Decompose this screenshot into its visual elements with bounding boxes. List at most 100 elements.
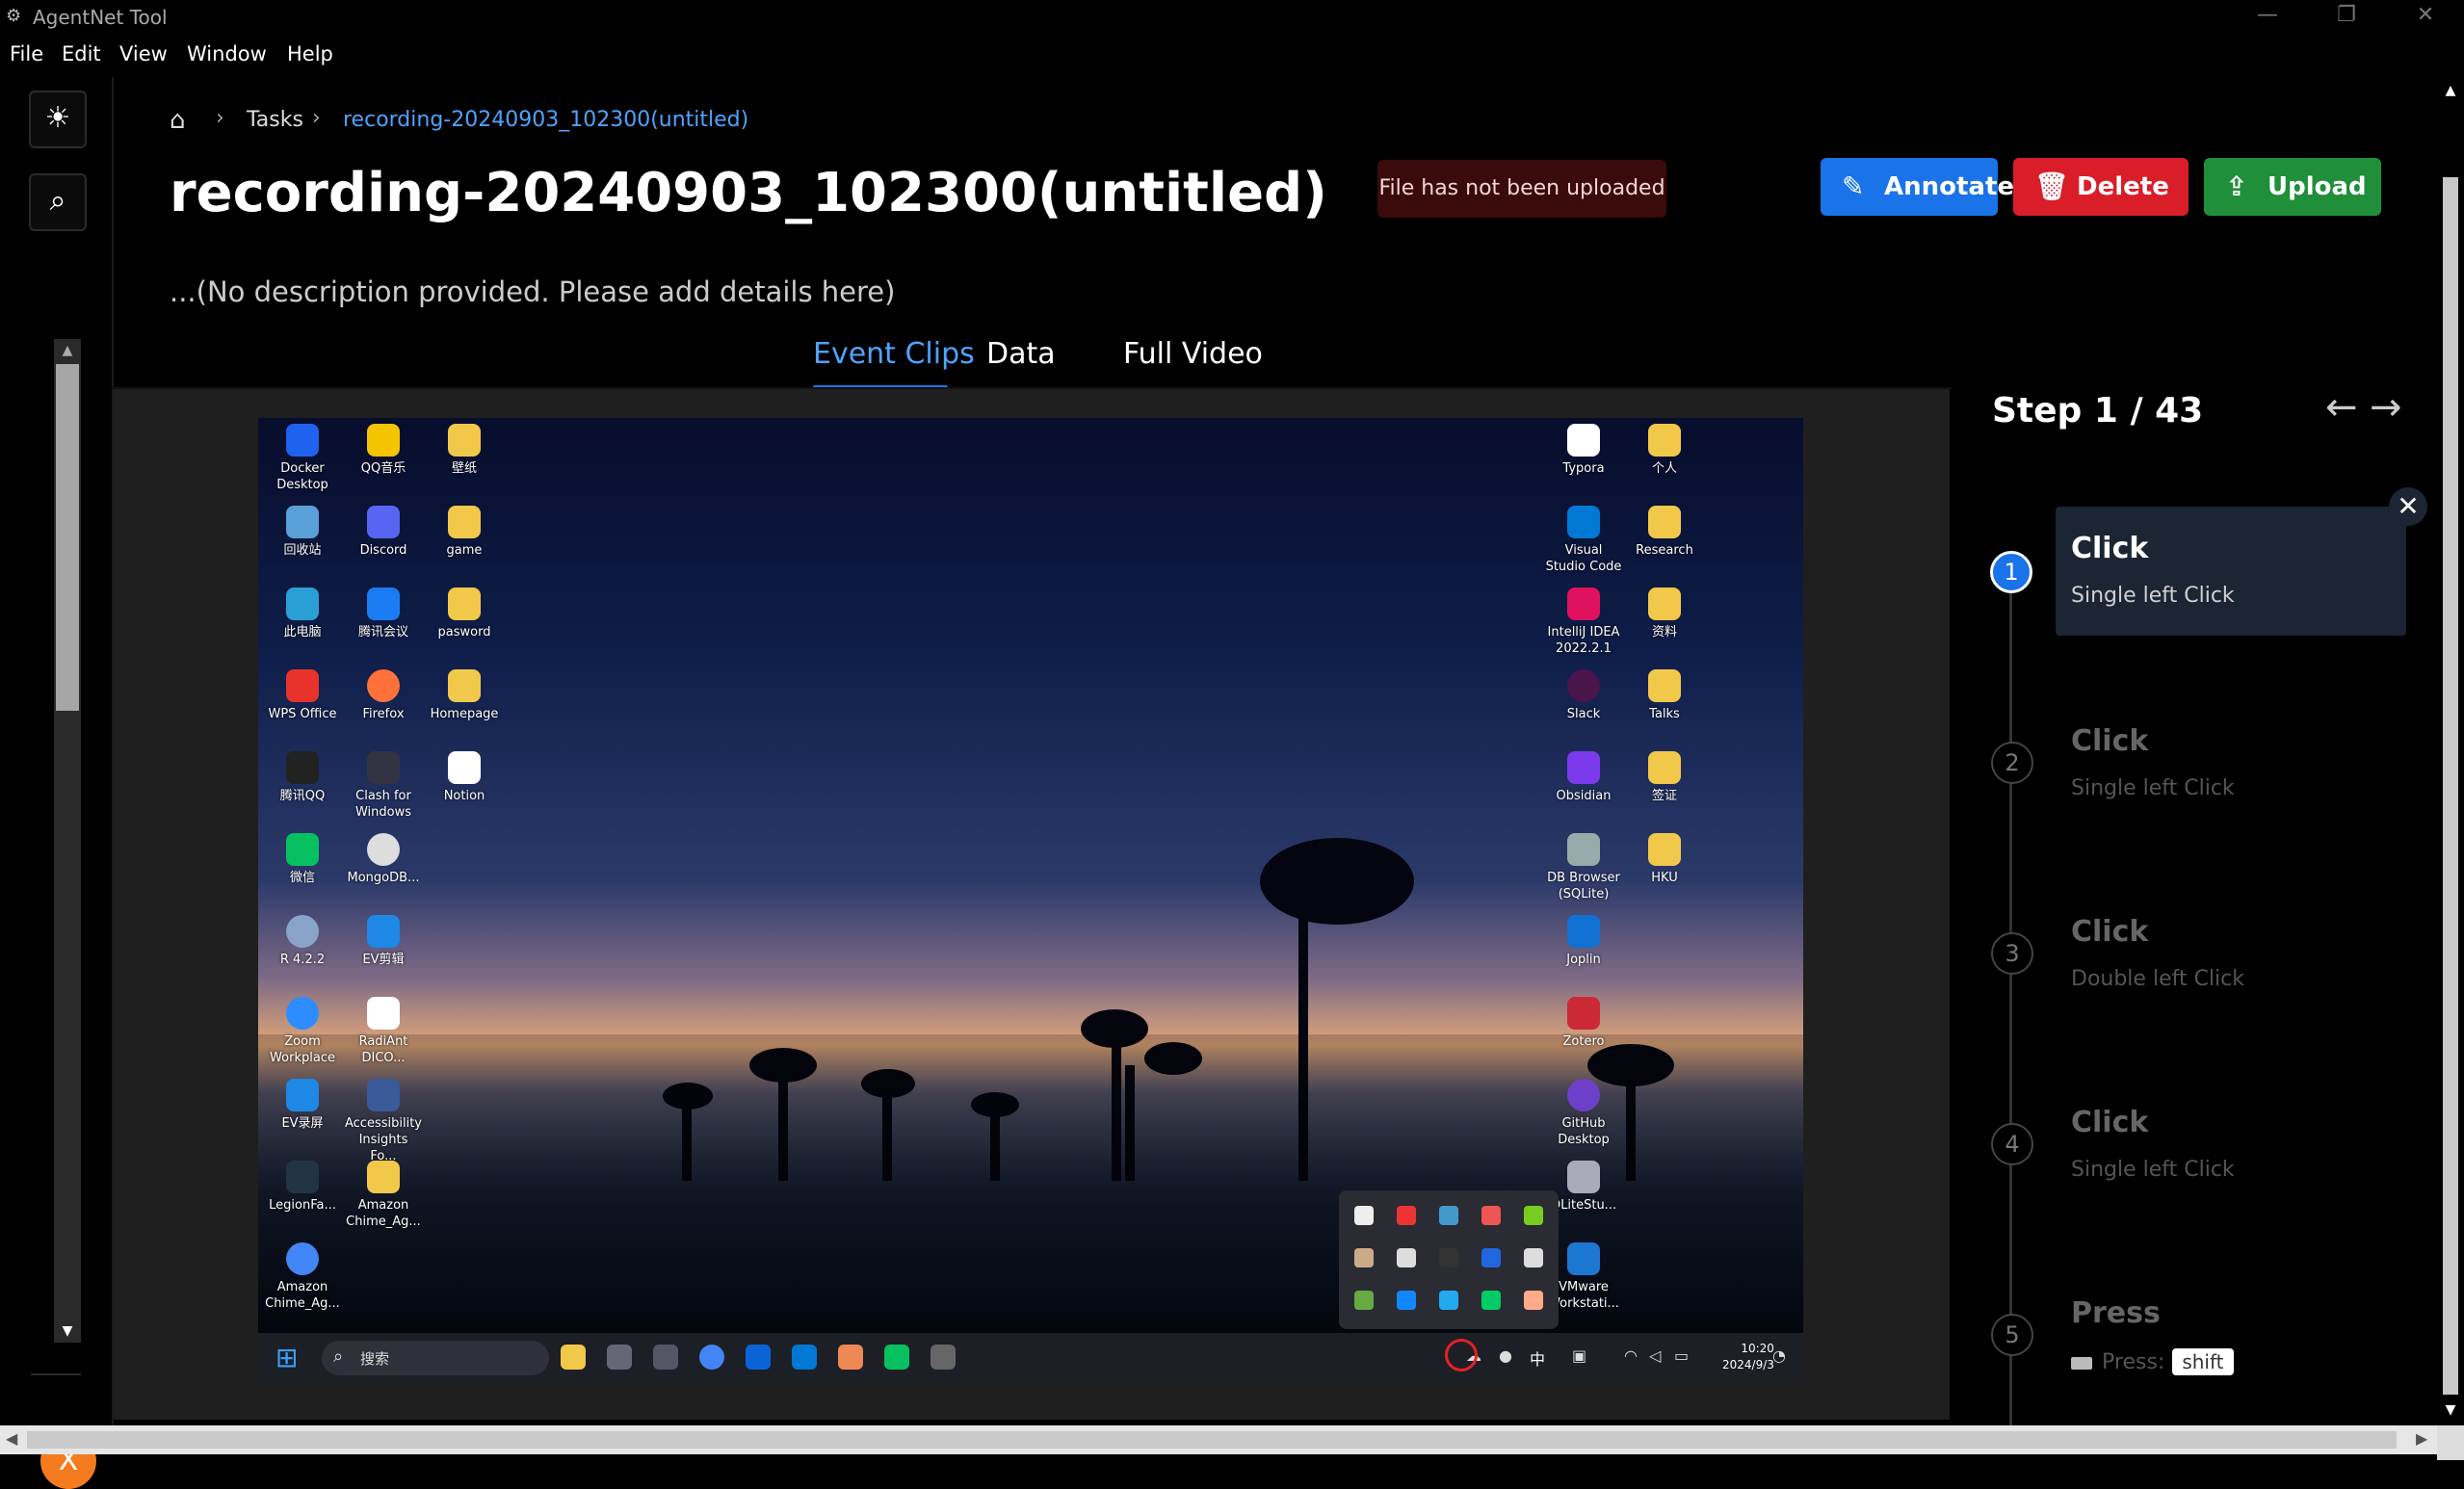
home-icon[interactable]: ⌂ [170, 106, 186, 135]
theme-toggle-button[interactable]: ☀ [29, 91, 87, 148]
close-step-card-button[interactable]: ✕ [2389, 487, 2427, 526]
restore-button[interactable]: ❐ [2318, 0, 2375, 33]
scroll-right-arrow-icon[interactable]: ▶ [2416, 1429, 2427, 1448]
desktop-icon[interactable]: Homepage [426, 669, 503, 722]
scroll-down-arrow-icon[interactable]: ▼ [2437, 1402, 2464, 1418]
tray-app-icon[interactable] [1397, 1206, 1416, 1225]
scroll-up-arrow-icon[interactable]: ▲ [54, 339, 81, 362]
tray-app-icon[interactable] [1397, 1248, 1416, 1267]
desktop-icon[interactable]: R 4.2.2 [264, 915, 341, 968]
desktop-icon[interactable]: 微信 [264, 833, 341, 886]
task-description[interactable]: ...(No description provided. Please add … [170, 275, 895, 308]
taskbar-app-icon[interactable] [653, 1345, 678, 1370]
desktop-icon[interactable]: Clash for Windows [345, 751, 422, 821]
sidebar-scroll-thumb[interactable] [56, 364, 79, 711]
step-card-5[interactable]: Press Press: shift [2056, 1271, 2406, 1400]
desktop-icon[interactable]: EV剪辑 [345, 915, 422, 968]
desktop-icon[interactable]: 壁纸 [426, 424, 503, 477]
desktop-icon[interactable]: 签证 [1626, 751, 1703, 804]
battery-icon[interactable]: ▭ [1674, 1346, 1689, 1365]
event-clip-frame[interactable]: Docker Desktop QQ音乐 壁纸 回收站 Discord game … [258, 418, 1803, 1383]
notification-bell-icon[interactable]: ◔ [1772, 1346, 1786, 1365]
tray-app-icon[interactable] [1439, 1248, 1458, 1267]
breadcrumb-tasks[interactable]: Tasks [247, 108, 303, 132]
vscode-icon[interactable] [792, 1345, 817, 1370]
tray-app-icon[interactable]: ● [1499, 1346, 1512, 1365]
step-card-3[interactable]: Click Double left Click [2056, 890, 2406, 1019]
step-card-1[interactable]: Click Single left Click [2056, 507, 2406, 636]
volume-icon[interactable]: ◁ [1649, 1346, 1661, 1365]
breadcrumb-current[interactable]: recording-20240903_102300(untitled) [343, 108, 748, 132]
minimize-button[interactable]: — [2239, 0, 2296, 33]
gear-icon[interactable] [931, 1345, 956, 1370]
taskbar-search-box[interactable]: ⌕ 搜索 [322, 1341, 549, 1375]
tray-app-icon[interactable] [1481, 1206, 1501, 1225]
step-number-5[interactable]: 5 [1991, 1314, 2033, 1356]
bluetooth-icon[interactable] [1397, 1291, 1416, 1310]
tab-event-clips[interactable]: Event Clips [813, 337, 975, 371]
wifi-icon[interactable]: ◠ [1624, 1346, 1638, 1365]
wechat-icon[interactable] [1481, 1291, 1501, 1310]
tab-full-video[interactable]: Full Video [1123, 337, 1263, 371]
menu-window[interactable]: Window [187, 42, 267, 65]
menu-file[interactable]: File [10, 42, 43, 65]
desktop-icon[interactable]: Accessibility Insights Fo... [345, 1079, 422, 1164]
step-card-2[interactable]: Click Single left Click [2056, 699, 2406, 828]
upload-button[interactable]: ⇪ Upload [2204, 158, 2381, 216]
desktop-icon[interactable]: Docker Desktop [264, 424, 341, 493]
desktop-icon[interactable]: pasword [426, 588, 503, 640]
desktop-icon[interactable]: Notion [426, 751, 503, 804]
desktop-icon[interactable]: Zotero [1545, 997, 1622, 1050]
step-card-4[interactable]: Click Single left Click [2056, 1081, 2406, 1210]
step-number-2[interactable]: 2 [1991, 742, 2033, 784]
vertical-scroll-thumb[interactable] [2443, 177, 2458, 1395]
desktop-icon[interactable]: GitHub Desktop [1545, 1079, 1622, 1148]
tray-app-icon[interactable] [1481, 1248, 1501, 1267]
outlook-icon[interactable] [746, 1345, 771, 1370]
delete-button[interactable]: 🗑 Delete [2013, 158, 2189, 216]
windows-start-icon[interactable]: ⊞ [275, 1345, 298, 1371]
desktop-icon[interactable]: DB Browser (SQLite) [1545, 833, 1622, 902]
tray-app-icon[interactable] [1354, 1291, 1374, 1310]
menu-help[interactable]: Help [287, 42, 333, 65]
desktop-icon[interactable]: LegionFa... [264, 1161, 341, 1214]
desktop-icon[interactable]: Research [1626, 506, 1703, 559]
tray-app-icon[interactable]: ▣ [1572, 1346, 1586, 1365]
desktop-icon[interactable]: Amazon Chime_Ag... [345, 1161, 422, 1230]
desktop-icon[interactable]: EV录屏 [264, 1079, 341, 1132]
tray-app-icon[interactable] [1354, 1206, 1374, 1225]
desktop-icon[interactable]: 个人 [1626, 424, 1703, 477]
desktop-icon[interactable]: HKU [1626, 833, 1703, 886]
desktop-icon[interactable]: Amazon Chime_Ag... [264, 1242, 341, 1312]
desktop-icon[interactable]: IntelliJ IDEA 2022.2.1 [1545, 588, 1622, 657]
step-number-1[interactable]: 1 [1990, 551, 2032, 593]
desktop-icon[interactable]: 资料 [1626, 588, 1703, 640]
tray-app-icon[interactable] [1439, 1291, 1458, 1310]
tray-app-icon[interactable] [1354, 1248, 1374, 1267]
sidebar-search-button[interactable]: ⌕ [29, 173, 87, 231]
desktop-icon[interactable]: 此电脑 [264, 588, 341, 640]
sidebar-scrollbar[interactable]: ▲ ▼ [54, 339, 81, 1343]
tray-app-icon[interactable] [1439, 1206, 1458, 1225]
step-number-4[interactable]: 4 [1991, 1123, 2033, 1165]
desktop-icon[interactable]: RadiAnt DICO... [345, 997, 422, 1066]
file-explorer-icon[interactable] [561, 1345, 586, 1370]
taskbar-clock[interactable]: 10:20 2024/9/3 [1722, 1341, 1774, 1373]
tray-app-icon[interactable] [1524, 1291, 1543, 1310]
desktop-icon[interactable]: Typora [1545, 424, 1622, 477]
next-step-arrow-icon[interactable]: → [2370, 385, 2402, 430]
taskbar-app-icon[interactable] [838, 1345, 863, 1370]
step-number-3[interactable]: 3 [1991, 932, 2033, 975]
menu-view[interactable]: View [119, 42, 168, 65]
scroll-down-arrow-icon[interactable]: ▼ [54, 1319, 81, 1343]
desktop-icon[interactable]: Zoom Workplace [264, 997, 341, 1066]
desktop-icon[interactable]: Talks [1626, 669, 1703, 722]
tray-app-icon[interactable] [1524, 1206, 1543, 1225]
desktop-icon[interactable]: Obsidian [1545, 751, 1622, 804]
scroll-left-arrow-icon[interactable]: ◀ [6, 1429, 17, 1448]
desktop-icon[interactable]: Discord [345, 506, 422, 559]
tab-data[interactable]: Data [986, 337, 1056, 371]
close-window-button[interactable]: ✕ [2397, 0, 2454, 33]
desktop-icon[interactable]: WPS Office [264, 669, 341, 722]
main-horizontal-scrollbar[interactable]: ◀ ▶ [0, 1425, 2437, 1454]
